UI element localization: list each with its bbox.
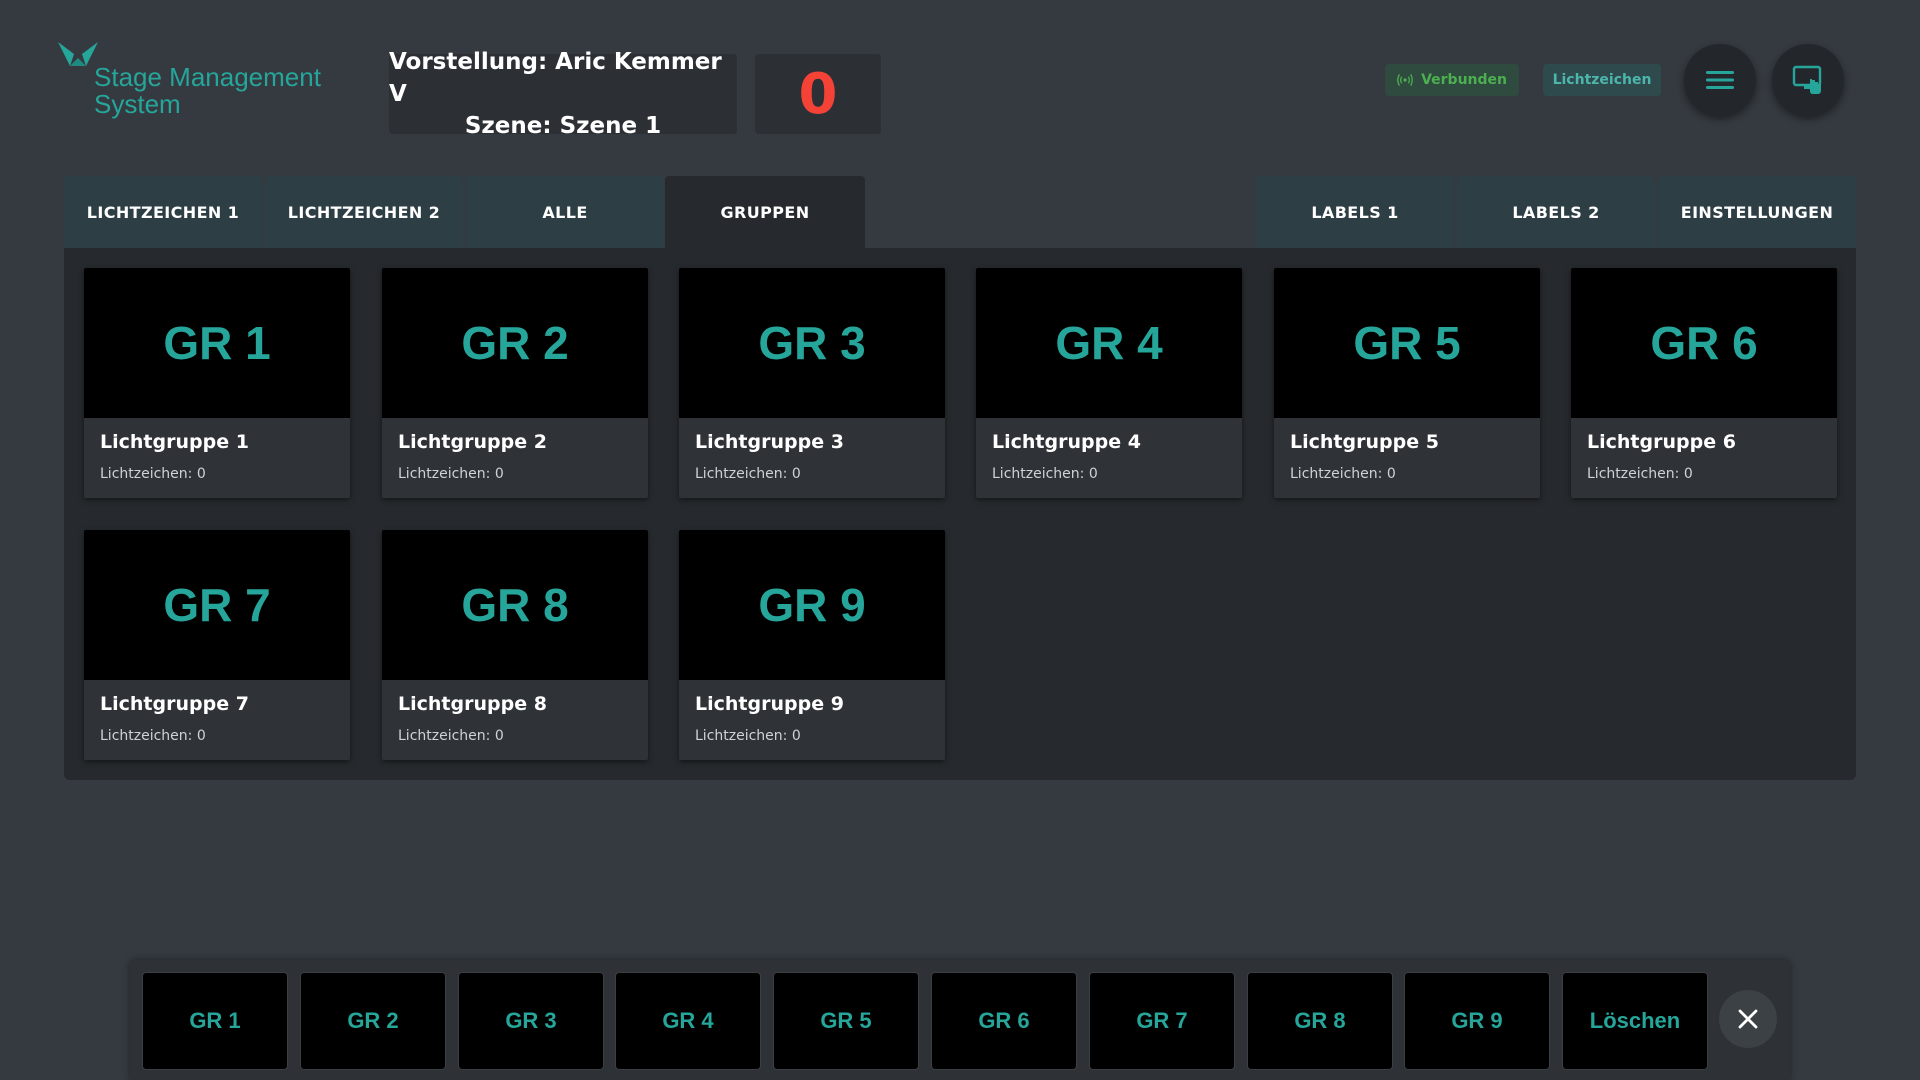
quick-group-button[interactable]: GR 3 bbox=[458, 972, 604, 1070]
group-quick-bar: GR 1 GR 2 GR 3 GR 4 GR 5 GR 6 GR 7 GR 8 … bbox=[130, 960, 1790, 1080]
quick-group-button[interactable]: GR 6 bbox=[931, 972, 1077, 1070]
connection-status-badge: Verbunden bbox=[1385, 64, 1519, 96]
tab-lichtzeichen-2[interactable]: LICHTZEICHEN 2 bbox=[265, 176, 463, 248]
group-name: Lichtgruppe 5 bbox=[1290, 431, 1439, 453]
tab-einstellungen[interactable]: EINSTELLUNGEN bbox=[1658, 176, 1856, 248]
group-thumbnail: GR 5 bbox=[1274, 268, 1540, 418]
app-screen: Stage Management System Vorstellung: Ari… bbox=[0, 0, 1920, 1080]
group-card[interactable]: GR 7 Lichtgruppe 7 Lichtzeichen: 0 bbox=[84, 530, 350, 760]
group-name: Lichtgruppe 2 bbox=[398, 431, 547, 453]
app-logo: Stage Management System bbox=[58, 40, 338, 120]
group-name: Lichtgruppe 3 bbox=[695, 431, 844, 453]
group-name: Lichtgruppe 4 bbox=[992, 431, 1141, 453]
delete-button[interactable]: Löschen bbox=[1562, 972, 1708, 1070]
quick-group-button[interactable]: GR 7 bbox=[1089, 972, 1235, 1070]
group-cue-count: Lichtzeichen: 0 bbox=[1587, 466, 1693, 482]
touch-monitor-icon bbox=[1792, 65, 1822, 94]
group-card[interactable]: GR 2 Lichtgruppe 2 Lichtzeichen: 0 bbox=[382, 268, 648, 498]
group-card[interactable]: GR 8 Lichtgruppe 8 Lichtzeichen: 0 bbox=[382, 530, 648, 760]
mode-badge: Lichtzeichen bbox=[1543, 64, 1661, 96]
group-card[interactable]: GR 4 Lichtgruppe 4 Lichtzeichen: 0 bbox=[976, 268, 1242, 498]
group-thumbnail: GR 6 bbox=[1571, 268, 1837, 418]
quick-group-button[interactable]: GR 2 bbox=[300, 972, 446, 1070]
group-thumbnail: GR 1 bbox=[84, 268, 350, 418]
performance-info: Vorstellung: Aric Kemmer V Szene: Szene … bbox=[389, 49, 737, 139]
quick-group-button[interactable]: GR 4 bbox=[615, 972, 761, 1070]
group-name: Lichtgruppe 7 bbox=[100, 693, 249, 715]
menu-button[interactable] bbox=[1684, 44, 1756, 116]
group-card[interactable]: GR 6 Lichtgruppe 6 Lichtzeichen: 0 bbox=[1571, 268, 1837, 498]
close-icon bbox=[1738, 1009, 1758, 1029]
group-cue-count: Lichtzeichen: 0 bbox=[398, 466, 504, 482]
quick-group-button[interactable]: GR 9 bbox=[1404, 972, 1550, 1070]
group-cue-count: Lichtzeichen: 0 bbox=[695, 466, 801, 482]
group-card[interactable]: GR 3 Lichtgruppe 3 Lichtzeichen: 0 bbox=[679, 268, 945, 498]
close-quick-bar-button[interactable] bbox=[1719, 990, 1777, 1048]
hamburger-menu-icon bbox=[1706, 71, 1734, 89]
broadcast-icon bbox=[1397, 74, 1413, 86]
quick-group-button[interactable]: GR 8 bbox=[1247, 972, 1393, 1070]
tab-lichtzeichen-1[interactable]: LICHTZEICHEN 1 bbox=[64, 176, 262, 248]
group-thumbnail: GR 7 bbox=[84, 530, 350, 680]
group-thumbnail: GR 8 bbox=[382, 530, 648, 680]
mode-badge-text: Lichtzeichen bbox=[1552, 72, 1652, 88]
tab-alle[interactable]: ALLE bbox=[466, 176, 664, 248]
groups-panel: GR 1 Lichtgruppe 1 Lichtzeichen: 0 GR 2 … bbox=[64, 248, 1856, 780]
group-cue-count: Lichtzeichen: 0 bbox=[1290, 466, 1396, 482]
app-title: Stage Management System bbox=[94, 62, 321, 119]
tab-labels-1[interactable]: LABELS 1 bbox=[1256, 176, 1454, 248]
tab-labels-2[interactable]: LABELS 2 bbox=[1457, 176, 1655, 248]
group-thumbnail: GR 2 bbox=[382, 268, 648, 418]
logo-icon bbox=[58, 42, 98, 66]
group-thumbnail: GR 9 bbox=[679, 530, 945, 680]
quick-group-button[interactable]: GR 1 bbox=[142, 972, 288, 1070]
group-name: Lichtgruppe 6 bbox=[1587, 431, 1736, 453]
group-cue-count: Lichtzeichen: 0 bbox=[992, 466, 1098, 482]
display-toggle-button[interactable] bbox=[1772, 44, 1844, 116]
group-thumbnail: GR 4 bbox=[976, 268, 1242, 418]
group-cue-count: Lichtzeichen: 0 bbox=[695, 728, 801, 744]
group-name: Lichtgruppe 1 bbox=[100, 431, 249, 453]
group-card[interactable]: GR 9 Lichtgruppe 9 Lichtzeichen: 0 bbox=[679, 530, 945, 760]
cue-counter: 0 bbox=[755, 54, 881, 134]
connection-status-text: Verbunden bbox=[1421, 72, 1507, 88]
scene-value: Szene 1 bbox=[559, 113, 662, 139]
tab-gruppen[interactable]: GRUPPEN bbox=[665, 176, 865, 248]
group-name: Lichtgruppe 8 bbox=[398, 693, 547, 715]
scene-line: Szene: Szene 1 bbox=[465, 110, 661, 142]
scene-label: Szene: bbox=[464, 113, 552, 139]
quick-group-button[interactable]: GR 5 bbox=[773, 972, 919, 1070]
performance-label: Vorstellung: bbox=[389, 49, 548, 75]
group-card[interactable]: GR 5 Lichtgruppe 5 Lichtzeichen: 0 bbox=[1274, 268, 1540, 498]
group-cue-count: Lichtzeichen: 0 bbox=[398, 728, 504, 744]
group-cue-count: Lichtzeichen: 0 bbox=[100, 466, 206, 482]
group-thumbnail: GR 3 bbox=[679, 268, 945, 418]
group-card[interactable]: GR 1 Lichtgruppe 1 Lichtzeichen: 0 bbox=[84, 268, 350, 498]
group-name: Lichtgruppe 9 bbox=[695, 693, 844, 715]
group-cue-count: Lichtzeichen: 0 bbox=[100, 728, 206, 744]
performance-line: Vorstellung: Aric Kemmer V bbox=[389, 46, 737, 110]
